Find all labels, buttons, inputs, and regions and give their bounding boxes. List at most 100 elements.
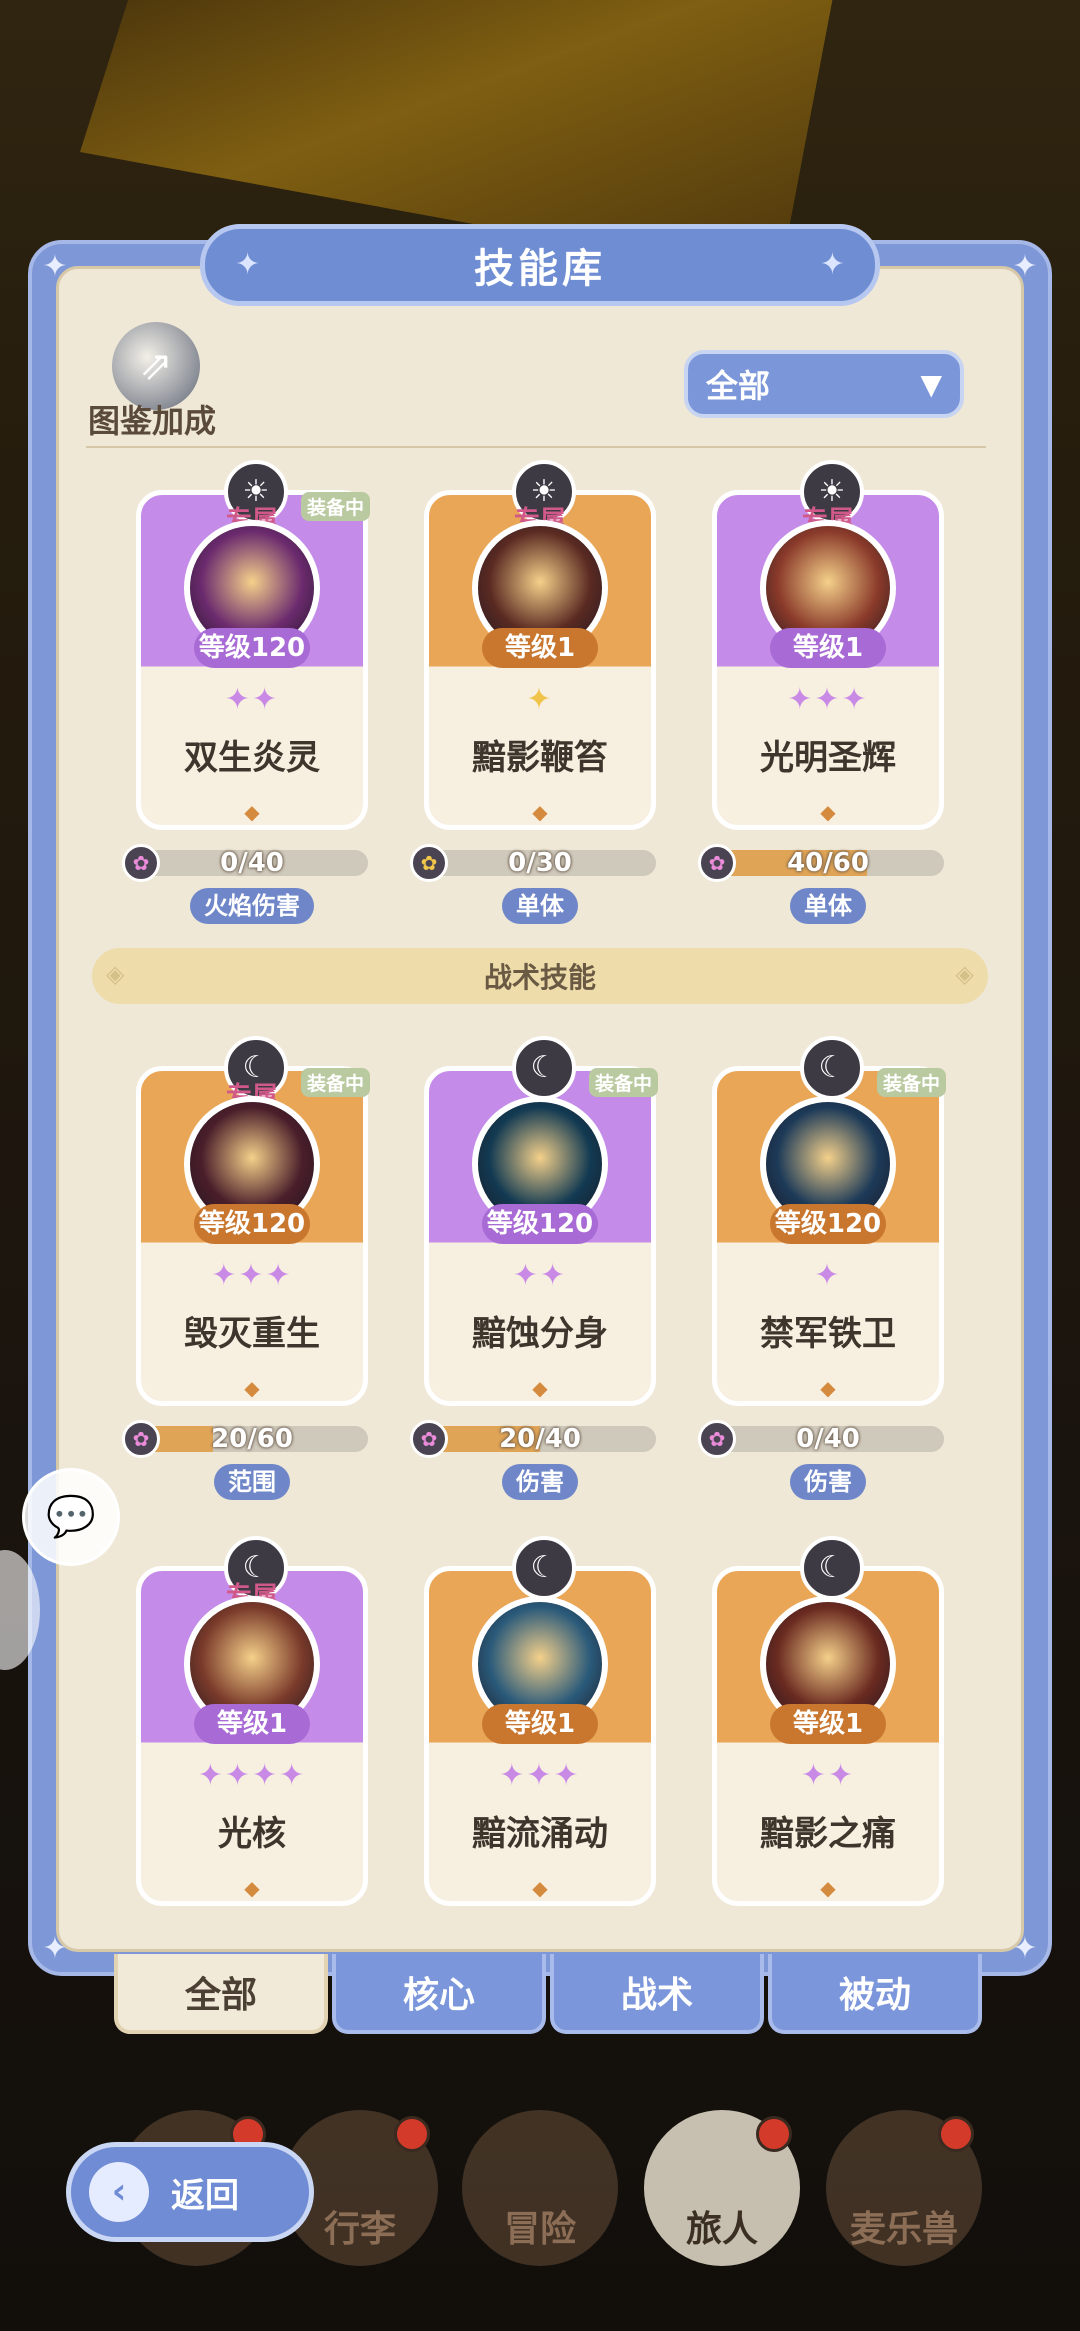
level-badge: 等级120	[482, 1204, 598, 1244]
skill-name: 黯影鞭笞	[472, 738, 608, 778]
fragment-icon: ✿	[410, 844, 448, 882]
star-rating: ✦✦	[800, 1758, 856, 1793]
sparkle-icon: ✦	[235, 247, 261, 282]
diamond-icon: ◈	[106, 960, 125, 988]
level-badge: 等级120	[770, 1204, 886, 1244]
skill-name: 禁军铁卫	[760, 1314, 896, 1354]
skill-card[interactable]: ☾ 装备中 等级120 ✦ 禁军铁卫 ◆	[712, 1036, 946, 1426]
nav-adventure[interactable]: 冒险	[462, 2110, 618, 2266]
moon-icon: ☾	[512, 1036, 576, 1100]
skill-tag: 火焰伤害	[190, 888, 314, 924]
skill-card[interactable]: ☾ 等级1 ✦✦✦ 黯流涌动 ◆	[424, 1536, 656, 1926]
notification-dot	[394, 2116, 430, 2152]
fragment-progress: 20/40 ✿	[410, 1420, 656, 1458]
nav-label: 行李	[323, 2209, 396, 2250]
tab-tactical[interactable]: 战术	[550, 1954, 764, 2034]
equipped-badge: 装备中	[876, 1068, 946, 1097]
star-rating: ✦✦✦	[211, 1258, 293, 1293]
notification-dot	[756, 2116, 792, 2152]
back-button[interactable]: ‹ 返回	[66, 2142, 314, 2242]
fragment-icon: ✿	[122, 844, 160, 882]
skill-card[interactable]: ☾ 等级1 ✦✦ 黯影之痛 ◆	[712, 1536, 944, 1926]
corner-ornament-icon: ✦	[42, 1931, 68, 1966]
skill-card[interactable]: ☾ 装备中 等级120 ✦✦ 黯蚀分身 ◆	[424, 1036, 658, 1426]
dropdown-arrow-icon: ▼	[920, 367, 942, 401]
back-arrow-icon: ‹	[89, 2162, 149, 2222]
star-rating: ✦	[526, 682, 554, 717]
filter-selected: 全部	[706, 367, 771, 405]
tab-passive[interactable]: 被动	[768, 1954, 982, 2034]
notification-dot	[938, 2116, 974, 2152]
gem-icon: ◆	[820, 1376, 836, 1400]
divider	[86, 446, 986, 448]
back-label: 返回	[171, 2175, 239, 2216]
level-badge: 等级1	[770, 1704, 886, 1744]
gem-icon: ◆	[532, 800, 548, 824]
progress-text: 0/40	[796, 1424, 860, 1454]
gem-icon: ◆	[820, 1876, 836, 1900]
skill-tag: 范围	[214, 1464, 290, 1500]
fragment-icon: ✿	[122, 1420, 160, 1458]
gem-icon: ◆	[244, 1876, 260, 1900]
codex-bonus-label[interactable]: 图鉴加成	[88, 396, 216, 442]
skill-card[interactable]: ☀ 专属 等级1 ✦ 黯影鞭笞 ◆	[424, 460, 656, 850]
sparkle-icon: ✦	[819, 247, 845, 282]
corner-ornament-icon: ✦	[42, 249, 68, 284]
skill-tag: 伤害	[502, 1464, 578, 1500]
level-badge: 等级1	[482, 628, 598, 668]
star-rating: ✦✦	[512, 1258, 568, 1293]
section-header-tactical: ◈ 战术技能 ◈	[92, 948, 988, 1004]
tab-all[interactable]: 全部	[114, 1954, 328, 2034]
fragment-progress: 20/60 ✿	[122, 1420, 368, 1458]
gem-icon: ◆	[532, 1876, 548, 1900]
skill-name: 黯影之痛	[760, 1814, 896, 1854]
skill-tag: 单体	[502, 888, 578, 924]
skill-card[interactable]: ☀ 装备中 专属 等级120 ✦✦ 双生炎灵 ◆	[136, 460, 370, 850]
moon-icon: ☾	[512, 1536, 576, 1600]
progress-text: 20/40	[499, 1424, 581, 1454]
chat-bubble-icon[interactable]: 💬	[22, 1468, 120, 1566]
skill-card[interactable]: ☾ 专属 等级1 ✦✦✦✦ 光核 ◆	[136, 1536, 368, 1926]
star-rating: ✦✦✦	[787, 682, 869, 717]
section-label: 战术技能	[483, 961, 596, 994]
progress-text: 40/60	[787, 848, 869, 878]
nav-traveler[interactable]: 旅人	[644, 2110, 800, 2266]
fragment-progress: 0/30 ✿	[410, 844, 656, 882]
star-rating: ✦✦✦✦	[197, 1758, 307, 1793]
skill-name: 黯蚀分身	[472, 1314, 608, 1354]
star-rating: ✦✦	[224, 682, 280, 717]
progress-text: 0/30	[508, 848, 572, 878]
fragment-icon: ✿	[698, 844, 736, 882]
skill-card[interactable]: ☾ 装备中 专属 等级120 ✦✦✦ 毁灭重生 ◆	[136, 1036, 370, 1426]
gem-icon: ◆	[532, 1376, 548, 1400]
gem-icon: ◆	[244, 1376, 260, 1400]
star-rating: ✦	[814, 1258, 842, 1293]
diamond-icon: ◈	[955, 960, 974, 988]
nav-pet[interactable]: 麦乐兽	[826, 2110, 982, 2266]
level-badge: 等级120	[194, 1204, 310, 1244]
skill-tag: 伤害	[790, 1464, 866, 1500]
progress-text: 20/60	[211, 1424, 293, 1454]
skill-name: 光明圣辉	[760, 738, 896, 778]
fragment-progress: 0/40 ✿	[122, 844, 368, 882]
title-banner: ✦ 技能库 ✦	[200, 224, 880, 306]
corner-ornament-icon: ✦	[1012, 249, 1038, 284]
level-badge: 等级1	[770, 628, 886, 668]
moon-icon: ☾	[800, 1536, 864, 1600]
level-badge: 等级1	[194, 1704, 310, 1744]
fragment-progress: 40/60 ✿	[698, 844, 944, 882]
skill-card[interactable]: ☀ 专属 等级1 ✦✦✦ 光明圣辉 ◆	[712, 460, 944, 850]
equipped-badge: 装备中	[588, 1068, 658, 1097]
skill-name: 光核	[218, 1814, 286, 1854]
fragment-icon: ✿	[698, 1420, 736, 1458]
skill-name: 黯流涌动	[472, 1814, 608, 1854]
filter-dropdown[interactable]: 全部 ▼	[684, 350, 964, 418]
progress-text: 0/40	[220, 848, 284, 878]
tab-core[interactable]: 核心	[332, 1954, 546, 2034]
skill-name: 毁灭重生	[184, 1314, 320, 1354]
nav-label: 麦乐兽	[849, 2209, 958, 2250]
skill-name: 双生炎灵	[184, 738, 320, 778]
level-badge: 等级1	[482, 1704, 598, 1744]
fragment-icon: ✿	[410, 1420, 448, 1458]
level-badge: 等级120	[194, 628, 310, 668]
